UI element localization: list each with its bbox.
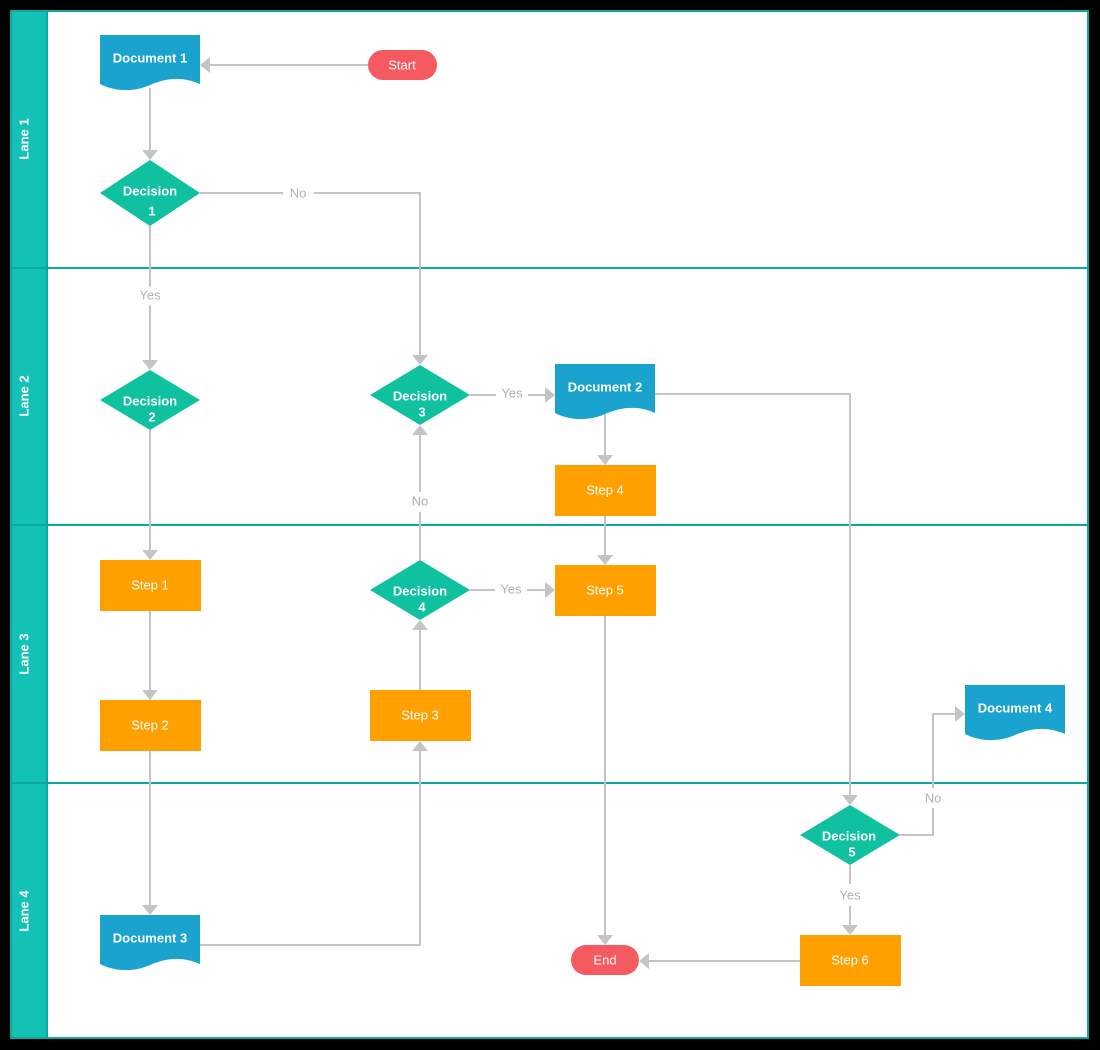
lane-4-label: Lane 4 <box>16 890 31 932</box>
svg-text:Decision: Decision <box>123 183 177 198</box>
svg-text:5: 5 <box>848 844 855 859</box>
lane-3-label: Lane 3 <box>16 633 31 674</box>
svg-text:Step 1: Step 1 <box>131 577 169 592</box>
svg-text:Decision: Decision <box>393 388 447 403</box>
swimlane-diagram: Lane 1 Lane 2 Lane 3 Lane 4 No Yes Yes N… <box>10 10 1089 1039</box>
label-decision1-yes: Yes <box>139 287 161 302</box>
svg-text:Step 3: Step 3 <box>401 707 439 722</box>
lane-1-label: Lane 1 <box>16 118 31 159</box>
svg-text:Document 4: Document 4 <box>978 700 1053 715</box>
svg-text:Document 2: Document 2 <box>568 379 642 394</box>
label-decision5-no: No <box>925 790 942 805</box>
label-decision3-yes: Yes <box>501 385 523 400</box>
svg-text:Step 2: Step 2 <box>131 717 169 732</box>
step-3[interactable]: Step 3 <box>370 690 471 741</box>
end-node[interactable]: End <box>571 945 639 975</box>
step-2[interactable]: Step 2 <box>100 700 201 751</box>
step-4[interactable]: Step 4 <box>555 465 656 516</box>
svg-text:Document 3: Document 3 <box>113 930 187 945</box>
label-decision4-no: No <box>412 493 429 508</box>
start-node[interactable]: Start <box>368 50 437 80</box>
svg-text:Step 5: Step 5 <box>586 582 624 597</box>
svg-text:Decision: Decision <box>822 828 876 843</box>
step-5[interactable]: Step 5 <box>555 565 656 616</box>
step-1[interactable]: Step 1 <box>100 560 201 611</box>
svg-text:Decision: Decision <box>123 393 177 408</box>
svg-text:Step 4: Step 4 <box>586 482 624 497</box>
svg-text:Document 1: Document 1 <box>113 50 187 65</box>
svg-text:3: 3 <box>418 404 425 419</box>
svg-text:2: 2 <box>148 409 155 424</box>
step-6[interactable]: Step 6 <box>800 935 901 986</box>
label-decision1-no: No <box>290 185 307 200</box>
svg-text:Decision: Decision <box>393 583 447 598</box>
lane-2-label: Lane 2 <box>16 375 31 416</box>
svg-text:4: 4 <box>418 599 426 614</box>
label-decision4-yes: Yes <box>500 581 522 596</box>
label-decision5-yes: Yes <box>839 887 861 902</box>
svg-text:1: 1 <box>148 203 155 218</box>
svg-text:End: End <box>593 952 616 967</box>
svg-text:Start: Start <box>388 57 416 72</box>
svg-text:Step 6: Step 6 <box>831 952 869 967</box>
